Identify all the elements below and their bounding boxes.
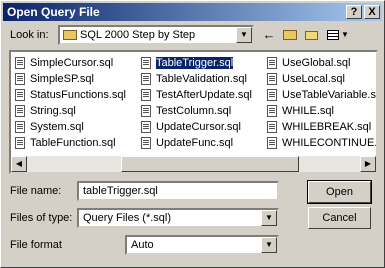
sql-file-icon	[15, 137, 25, 149]
up-folder-icon	[283, 30, 297, 40]
files-of-type-value: Query Files (*.sql)	[83, 212, 172, 224]
chevron-down-icon[interactable]: ▼	[236, 27, 252, 43]
list-item[interactable]: SimpleCursor.sql	[13, 55, 126, 71]
sql-file-icon	[267, 137, 277, 149]
scroll-thumb[interactable]	[121, 156, 299, 172]
files-of-type-combo[interactable]: Query Files (*.sql) ▼	[77, 208, 279, 228]
list-item[interactable]: UpdateFunc.sql	[139, 135, 252, 151]
sql-file-icon	[15, 89, 25, 101]
file-column-3: UseGlobal.sql UseLocal.sql UseTableVaria…	[265, 55, 376, 151]
list-item[interactable]: UpdateCursor.sql	[139, 119, 252, 135]
close-button[interactable]: X	[364, 5, 380, 19]
list-item[interactable]: TestColumn.sql	[139, 103, 252, 119]
file-list[interactable]: SimpleCursor.sql SimpleSP.sql StatusFunc…	[9, 50, 378, 174]
chevron-down-icon[interactable]: ▼	[261, 210, 277, 226]
sql-file-icon	[141, 73, 151, 85]
title-bar: Open Query File ? X	[3, 3, 382, 21]
scroll-right-icon[interactable]: ▶	[360, 156, 376, 172]
file-name-value: tableTrigger.sql	[83, 185, 158, 197]
sql-file-icon	[267, 105, 277, 117]
view-menu-icon	[327, 30, 339, 40]
scroll-left-icon[interactable]: ◀	[11, 156, 27, 172]
list-item-selected[interactable]: TableTrigger.sql	[139, 55, 252, 71]
open-button[interactable]: Open	[307, 180, 372, 204]
new-folder-button[interactable]	[302, 26, 322, 44]
sql-file-icon	[141, 137, 151, 149]
sql-file-icon	[267, 57, 277, 69]
chevron-down-icon: ▼	[341, 30, 349, 39]
sql-file-icon	[141, 89, 151, 101]
file-name-field[interactable]: tableTrigger.sql	[77, 181, 279, 201]
list-item[interactable]: String.sql	[13, 103, 126, 119]
list-item[interactable]: WHILECONTINUE.sql	[265, 135, 376, 151]
chevron-down-icon[interactable]: ▼	[261, 237, 277, 253]
files-of-type-label: Files of type:	[10, 212, 73, 224]
look-in-label: Look in:	[10, 29, 49, 41]
back-button[interactable]: ←	[259, 26, 279, 44]
list-item[interactable]: WHILE.sql	[265, 103, 376, 119]
list-item[interactable]: UseTableVariable.sql	[265, 87, 376, 103]
sql-file-icon	[15, 73, 25, 85]
list-item[interactable]: SimpleSP.sql	[13, 71, 126, 87]
file-name-label: File name:	[10, 185, 62, 197]
file-format-value: Auto	[131, 239, 154, 251]
sql-file-icon	[267, 89, 277, 101]
folder-icon	[63, 30, 77, 40]
up-folder-button[interactable]	[280, 26, 300, 44]
list-item[interactable]: TableFunction.sql	[13, 135, 126, 151]
file-format-label: File format	[10, 239, 62, 251]
list-item[interactable]: UseLocal.sql	[265, 71, 376, 87]
list-item[interactable]: System.sql	[13, 119, 126, 135]
file-format-combo[interactable]: Auto ▼	[125, 235, 279, 255]
sql-file-icon	[141, 105, 151, 117]
list-item[interactable]: WHILEBREAK.sql	[265, 119, 376, 135]
list-item[interactable]: TableValidation.sql	[139, 71, 252, 87]
look-in-combo[interactable]: SQL 2000 Step by Step ▼	[58, 25, 254, 45]
sql-file-icon	[15, 121, 25, 133]
sql-file-icon	[141, 57, 151, 69]
back-arrow-icon: ←	[262, 27, 276, 42]
horizontal-scrollbar[interactable]: ◀ ▶	[11, 156, 376, 172]
look-in-value: SQL 2000 Step by Step	[80, 29, 196, 41]
list-item[interactable]: TestAfterUpdate.sql	[139, 87, 252, 103]
sql-file-icon	[15, 57, 25, 69]
sql-file-icon	[267, 121, 277, 133]
window-title: Open Query File	[7, 5, 100, 19]
sql-file-icon	[141, 121, 151, 133]
file-column-2: TableTrigger.sql TableValidation.sql Tes…	[139, 55, 252, 151]
open-query-file-dialog: Open Query File ? X Look in: SQL 2000 St…	[0, 0, 385, 268]
help-button[interactable]: ?	[346, 5, 362, 19]
view-menu-button[interactable]: ▼	[324, 26, 350, 44]
list-item[interactable]: StatusFunctions.sql	[13, 87, 126, 103]
sql-file-icon	[15, 105, 25, 117]
list-item[interactable]: UseGlobal.sql	[265, 55, 376, 71]
new-folder-icon	[305, 31, 318, 40]
file-column-1: SimpleCursor.sql SimpleSP.sql StatusFunc…	[13, 55, 126, 151]
cancel-button[interactable]: Cancel	[308, 207, 371, 229]
sql-file-icon	[267, 73, 277, 85]
